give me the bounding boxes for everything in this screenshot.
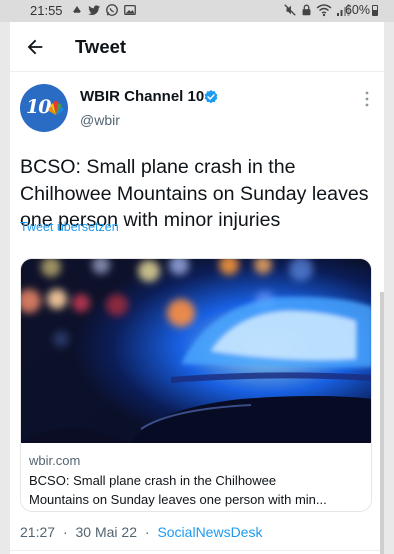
status-bar: 21:55 60%: [0, 0, 394, 22]
notification-icons: [71, 2, 137, 18]
peacock-logo-icon: [48, 100, 64, 116]
top-bar: Tweet: [10, 22, 384, 72]
link-card[interactable]: wbir.com BCSO: Small plane crash in the …: [20, 258, 372, 512]
meta-separator: ·: [62, 524, 68, 540]
tweet-author: 10 WBIR Channel 10 @wbir: [20, 84, 374, 144]
battery-icon: [372, 5, 378, 16]
wifi-icon: [316, 4, 332, 17]
card-title-line: BCSO: Small plane crash in the Chilhowee: [29, 473, 277, 488]
whatsapp-icon: [106, 4, 118, 16]
scrollbar[interactable]: [380, 292, 384, 554]
translate-link[interactable]: Tweet übersetzen: [20, 220, 119, 234]
card-title: BCSO: Small plane crash in the Chilhowee…: [29, 471, 367, 509]
back-arrow-icon[interactable]: [24, 36, 46, 58]
notification-arrow-icon: [73, 6, 81, 13]
tweet-meta: 21:27 · 30 Mai 22 · SocialNewsDesk: [20, 524, 262, 540]
battery-percent: 60%: [344, 3, 370, 17]
mute-icon: [284, 4, 296, 16]
author-handle[interactable]: @wbir: [80, 112, 120, 128]
card-image-police-lights: [21, 259, 371, 443]
more-vert-icon[interactable]: [360, 90, 374, 108]
meta-separator: ·: [144, 524, 150, 540]
app-window: Tweet 10 WBIR Channel 10 @wbir BCSO: Sma…: [10, 22, 384, 554]
lock-icon: [302, 4, 311, 16]
twitter-icon: [88, 5, 100, 16]
card-domain: wbir.com: [29, 453, 81, 468]
tweet-source-link[interactable]: SocialNewsDesk: [157, 524, 262, 540]
author-display-name[interactable]: WBIR Channel 10: [80, 88, 204, 105]
avatar[interactable]: 10: [20, 84, 68, 132]
divider: [10, 550, 384, 551]
gallery-icon: [124, 4, 136, 16]
tweet-date: 30 Mai 22: [75, 524, 137, 540]
tweet-time: 21:27: [20, 524, 56, 540]
verified-badge-icon: [204, 90, 218, 104]
page-title: Tweet: [75, 36, 127, 57]
status-time: 21:55: [30, 3, 63, 18]
system-icons: [283, 3, 350, 17]
card-title-line: Mountains on Sunday leaves one person wi…: [29, 492, 327, 507]
